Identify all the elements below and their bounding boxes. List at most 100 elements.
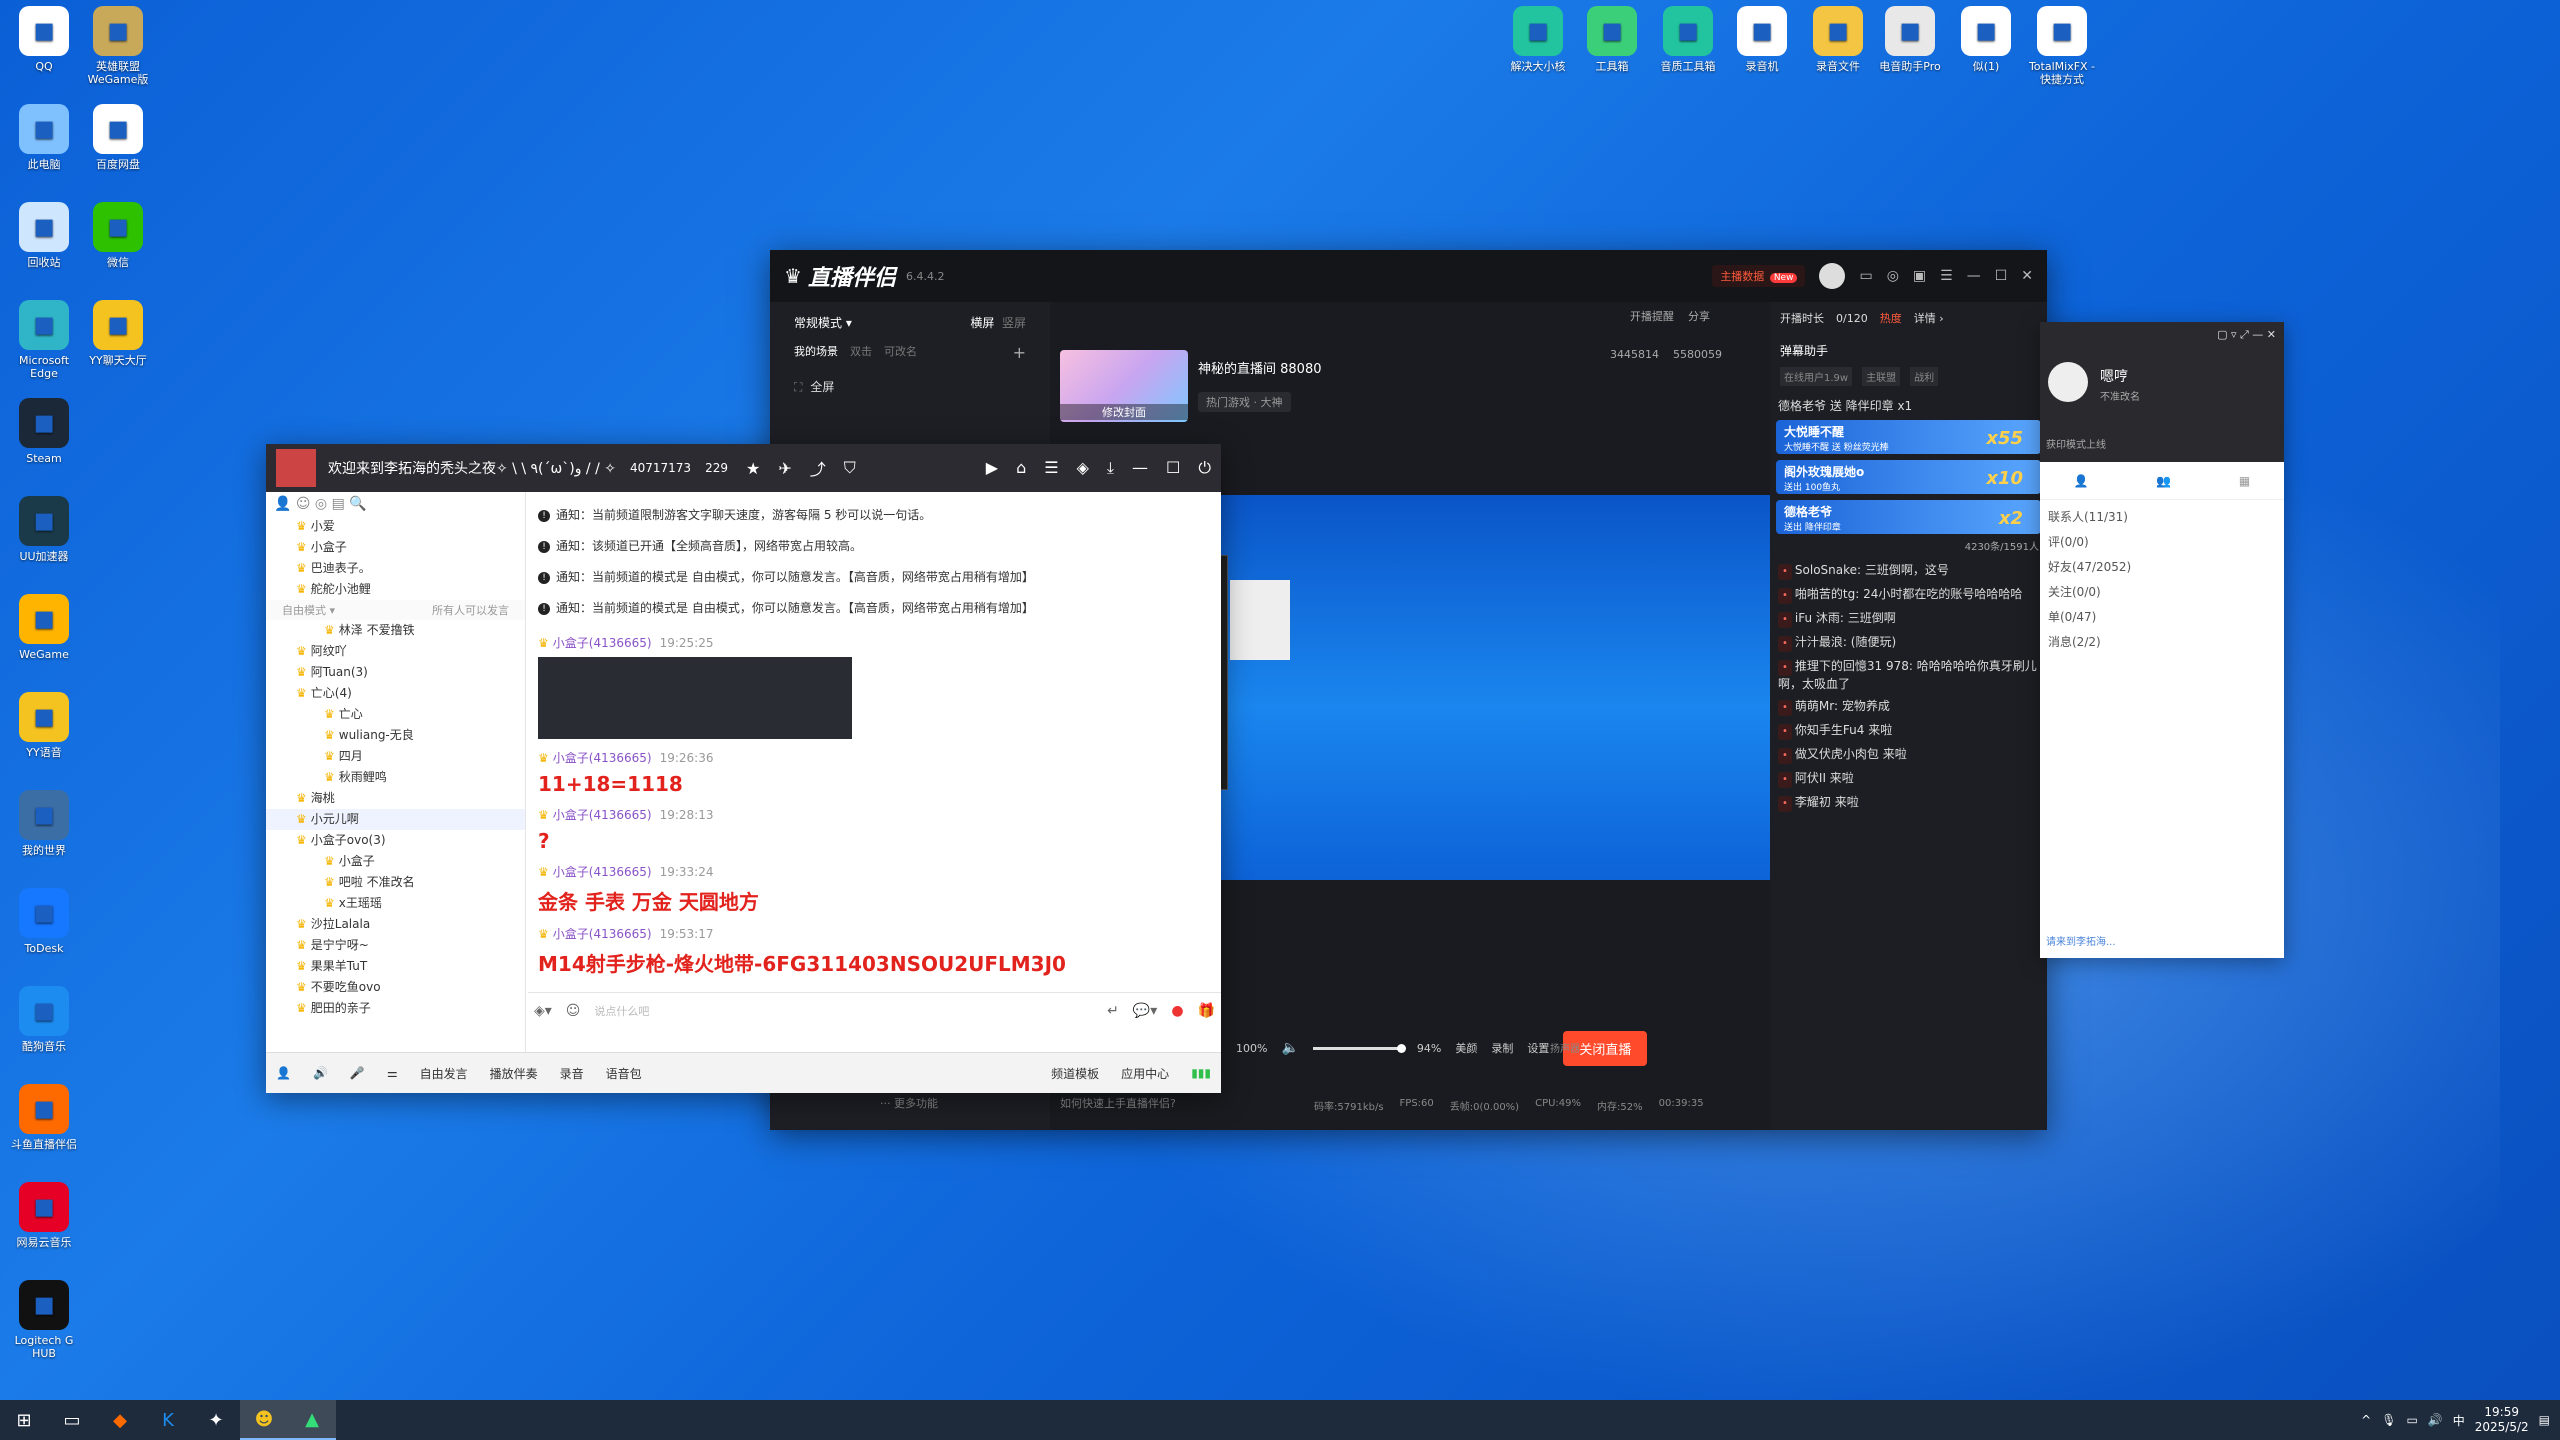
member-item[interactable]: ♛ 林泽 不爱撸铁	[266, 620, 525, 641]
avatar[interactable]	[2048, 362, 2088, 402]
contact-group[interactable]: 单(0/47)	[2040, 600, 2284, 625]
contact-panel[interactable]: ▢ ▿ ⤢ — ✕ 嗯哼 不准改名 获印模式上线 👤 👥 ▦ 联系人(11/31) 评…	[2040, 322, 2284, 958]
member-item[interactable]: ♛ 沙拉Lalala	[266, 914, 525, 935]
member-item[interactable]: ♛ 四月	[266, 746, 525, 767]
scene-item-fullscreen[interactable]: ⛶ 全屏	[794, 378, 1026, 395]
desktop-icon[interactable]: ◼ 音质工具箱	[1650, 6, 1726, 73]
desktop-icon[interactable]: ◼ Logitech G HUB	[6, 1280, 82, 1360]
tab-landscape[interactable]: 横屏	[970, 316, 994, 330]
danmu-message[interactable]: • 做又伏虎小肉包 来啦	[1778, 746, 2039, 764]
member-item[interactable]: ♛ 果果羊TuT	[266, 956, 525, 977]
maximize-button[interactable]: ☐	[1995, 268, 2008, 284]
share-icon[interactable]: ⤴	[810, 456, 826, 480]
star-icon[interactable]: ★	[746, 459, 760, 478]
search-hint[interactable]: 请来到李拓海...	[2046, 933, 2116, 948]
kugou-taskbar-icon[interactable]: K	[144, 1400, 192, 1440]
volume-slider[interactable]	[1312, 1043, 1406, 1053]
toolbar-button[interactable]: 应用中心	[1121, 1065, 1169, 1082]
member-item[interactable]: ♛ 阿Tuan(3)	[266, 662, 525, 683]
chat-bubble-icon[interactable]: 💬▾	[1133, 1003, 1157, 1019]
category-tag[interactable]: 热门游戏 · 大神	[1198, 392, 1291, 412]
more-features[interactable]: ··· 更多功能	[880, 1095, 938, 1111]
message-meta[interactable]: ♛ 小盒子(4136665) 19:25:25	[538, 634, 1211, 651]
task-view-icon[interactable]: ▭	[48, 1400, 96, 1440]
tab-my-scenes[interactable]: 我的场景	[794, 343, 838, 362]
message-input-area[interactable]: ◈▾ ☺ 说点什么吧 ↵ 💬▾ ● 🎁	[528, 992, 1221, 1052]
member-item[interactable]: ♛ 亡心	[266, 704, 525, 725]
message-icon[interactable]: ▭	[1859, 268, 1872, 284]
share-button[interactable]: 分享	[1688, 308, 1710, 324]
message-meta[interactable]: ♛ 小盒子(4136665) 19:33:24	[538, 863, 1211, 880]
room-title[interactable]: 神秘的直播间 88080	[1198, 358, 1322, 377]
quickstart-hint[interactable]: 如何快速上手直播伴侣?	[1060, 1095, 1176, 1111]
member-item[interactable]: ♛ 不要吃鱼ovo	[266, 977, 525, 998]
voice-chat-window[interactable]: 欢迎来到李拓海的秃头之夜✧ \ \ ٩(ˊωˋ)و / / ✧ 40717173…	[266, 444, 1221, 1093]
contact-group[interactable]: 联系人(11/31)	[2040, 500, 2284, 525]
home-icon[interactable]: ⌂	[1016, 458, 1026, 478]
contact-group[interactable]: 消息(2/2)	[2040, 625, 2284, 650]
panel-controls[interactable]: ▢ ▿ ⤢ — ✕	[2040, 322, 2284, 348]
toolbar-button[interactable]: 语音包	[606, 1065, 642, 1082]
power-button[interactable]: ⏻	[1198, 458, 1211, 478]
close-button[interactable]: ✕	[2021, 268, 2033, 284]
desktop-icon[interactable]: ◼ 解决大小核	[1500, 6, 1576, 73]
record-dot-icon[interactable]: ●	[1171, 1003, 1183, 1019]
beauty-button[interactable]: 美颜	[1455, 1040, 1477, 1056]
danmu-message[interactable]: 德格老爷 送 降伴印章 x1	[1778, 398, 2039, 414]
desktop-icon[interactable]: ◼ 似(1)	[1948, 6, 2024, 73]
clock[interactable]: 19:59 2025/5/2	[2475, 1405, 2529, 1435]
volume-icon[interactable]: 🔊	[2428, 1413, 2443, 1427]
tab-dual[interactable]: 双击	[850, 343, 872, 362]
menu-icon[interactable]: ☰	[1940, 268, 1953, 284]
danmu-message[interactable]: • 推理下的回憶31 978: 哈哈哈哈哈你真牙刷儿啊，太吸血了	[1778, 658, 2039, 692]
member-item[interactable]: ♛ 巴迪表子。	[266, 558, 525, 579]
desktop-icon[interactable]: ◼ UU加速器	[6, 496, 82, 563]
desktop-icon[interactable]: ◼ Steam	[6, 398, 82, 465]
member-item[interactable]: ♛ 小盒子	[266, 851, 525, 872]
filter-online[interactable]: 在线用户1.9w	[1780, 367, 1853, 386]
mode-dropdown[interactable]: 常规模式 ▾	[794, 314, 852, 331]
contact-group[interactable]: 关注(0/0)	[2040, 575, 2284, 600]
toolbar-button[interactable]: 频道模板	[1051, 1065, 1099, 1082]
desktop-icon[interactable]: ◼ 工具箱	[1574, 6, 1650, 73]
minimize-button[interactable]: —	[1967, 268, 1981, 284]
toolbar-button[interactable]: 录音	[560, 1065, 584, 1082]
member-list[interactable]: 👤 ☺ ◎ ▤ 🔍 ♛ 小爱 ♛ 小盒子 ♛ 巴迪表子。 ♛ 舵舵小池鲤 自由模式 ▾ 所有人…	[266, 492, 526, 1052]
desktop-icon[interactable]: ◼ TotalMixFX - 快捷方式	[2024, 6, 2100, 86]
danmu-message[interactable]: • 啪啪苦的tg: 24小时都在吃的账号哈哈哈哈	[1778, 586, 2039, 604]
member-item[interactable]: ♛ wuliang-无良	[266, 725, 525, 746]
member-item[interactable]: ♛ 亡心(4)	[266, 683, 525, 704]
desktop-icon[interactable]: ◼ 电音助手Pro	[1872, 6, 1948, 73]
desktop-icon[interactable]: ◼ 微信	[80, 202, 156, 269]
detail-link[interactable]: 详情 ›	[1914, 310, 1944, 326]
desktop-icon[interactable]: ◼ QQ	[6, 6, 82, 73]
danmu-message[interactable]: • 你知手生Fu4 来啦	[1778, 722, 2039, 740]
speaker-icon[interactable]: 🔈	[1281, 1040, 1298, 1056]
member-item[interactable]: ♛ 是宁宁呀~	[266, 935, 525, 956]
member-item[interactable]: ♛ 舵舵小池鲤	[266, 579, 525, 600]
ime-indicator[interactable]: 中	[2453, 1412, 2465, 1429]
speaker-volume[interactable]: 94%	[1417, 1042, 1441, 1055]
image-attachment[interactable]	[538, 657, 852, 739]
danmu-message[interactable]: • 李耀初 来啦	[1778, 794, 2039, 812]
member-item[interactable]: ♛ 吧啦 不准改名	[266, 872, 525, 893]
member-item[interactable]: ♛ 海桃	[266, 788, 525, 809]
desktop-icon[interactable]: ◼ YY聊天大厅	[80, 300, 156, 367]
maximize-button[interactable]: ☐	[1166, 458, 1180, 478]
live-companion-titlebar[interactable]: ♛ 直播伴侣 6.4.4.2 主播数据 New ▭ ◎ ▣ ☰ — ☐ ✕	[770, 250, 2047, 302]
minimize-button[interactable]: —	[1132, 458, 1148, 478]
tab-portrait[interactable]: 竖屏	[1002, 316, 1026, 330]
desktop-icon[interactable]: ◼ ToDesk	[6, 888, 82, 955]
mic-tray-icon[interactable]: 🎙	[2381, 1413, 2396, 1427]
cover-thumbnail[interactable]: 修改封面	[1060, 350, 1188, 422]
douyu-taskbar-icon[interactable]: ◆	[96, 1400, 144, 1440]
record-button[interactable]: 录制	[1491, 1040, 1513, 1056]
desktop-icon[interactable]: ◼ YY语音	[6, 692, 82, 759]
desktop-icon[interactable]: ◼ 百度网盘	[80, 104, 156, 171]
chevron-up-icon[interactable]: ^	[2361, 1413, 2371, 1427]
danmu-message[interactable]: • 萌萌Mr: 宠物养成	[1778, 698, 2039, 716]
member-item[interactable]: ♛ 小爱	[266, 516, 525, 537]
toolbar-button[interactable]: 自由发言	[420, 1065, 468, 1082]
danmu-message[interactable]: • SoloSnake: 三班倒啊，这号	[1778, 562, 2039, 580]
desktop-icon[interactable]: ◼ 我的世界	[6, 790, 82, 857]
